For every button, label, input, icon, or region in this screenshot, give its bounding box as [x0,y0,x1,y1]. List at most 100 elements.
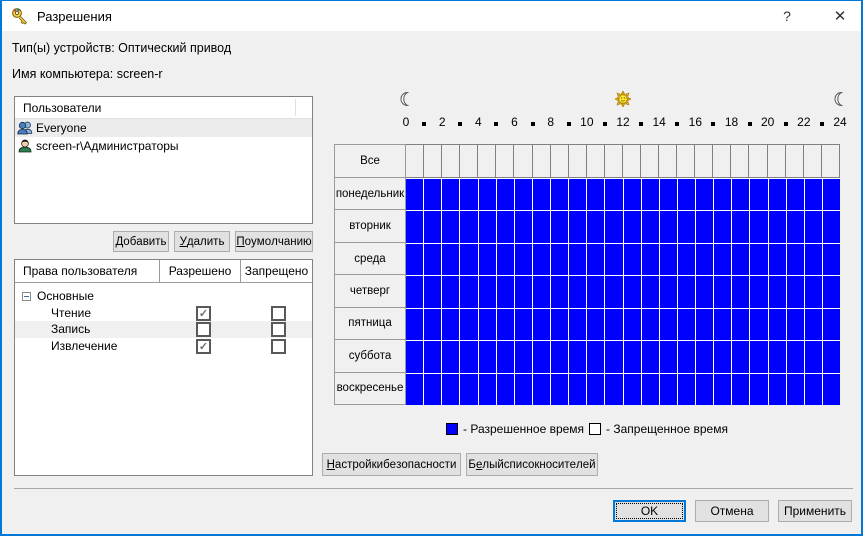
schedule-cell[interactable] [641,373,660,405]
default-button[interactable]: По умолчанию [235,231,313,252]
user-list-item[interactable]: screen-r\Администраторы [15,137,312,155]
schedule-cell[interactable] [478,276,497,308]
schedule-cell[interactable] [768,308,787,341]
schedule-cell[interactable] [605,243,624,276]
schedule-cell[interactable] [587,243,606,276]
schedule-cell[interactable] [514,179,533,211]
schedule-cell[interactable] [460,211,479,243]
schedule-cell[interactable] [514,243,533,276]
schedule-cell[interactable] [768,341,787,373]
schedule-cell[interactable] [478,308,497,341]
schedule-cell[interactable] [804,211,823,243]
allowed-checkbox[interactable]: ✓ [196,338,211,354]
schedule-cell[interactable] [460,179,479,211]
schedule-cell[interactable] [406,276,425,308]
schedule-cell[interactable] [623,243,642,276]
schedule-cell[interactable] [677,145,696,177]
allowed-checkbox[interactable]: ✓ [196,305,211,321]
schedule-cell[interactable] [732,211,751,243]
tree-expander-icon[interactable] [22,291,31,301]
schedule-cell[interactable] [496,308,515,341]
schedule-cell[interactable] [768,211,787,243]
schedule-cell[interactable] [713,145,732,177]
close-button[interactable]: ✕ [819,1,861,31]
schedule-cell[interactable] [478,243,497,276]
schedule-cell[interactable] [623,341,642,373]
schedule-cell[interactable] [768,276,787,308]
schedule-cell[interactable] [623,276,642,308]
schedule-cell[interactable] [551,211,570,243]
schedule-cell[interactable] [641,341,660,373]
schedule-cell[interactable] [551,308,570,341]
schedule-cell[interactable] [786,243,805,276]
schedule-cell[interactable] [442,145,461,177]
schedule-cell[interactable] [804,243,823,276]
schedule-cell[interactable] [424,373,443,405]
schedule-cell[interactable] [696,276,715,308]
schedule-cell[interactable] [641,145,660,177]
schedule-cell[interactable] [677,211,696,243]
help-button[interactable]: ? [766,1,808,31]
schedule-cell[interactable] [532,179,551,211]
schedule-cell[interactable] [822,179,840,211]
schedule-cell[interactable] [714,308,733,341]
schedule-cell[interactable] [659,145,678,177]
denied-checkbox[interactable] [271,338,286,354]
security-settings-button[interactable]: Настройки безопасности [322,453,461,476]
schedule-cell[interactable] [750,308,769,341]
schedule-cell[interactable] [587,211,606,243]
schedule-cell[interactable] [406,211,425,243]
schedule-cell[interactable] [659,308,678,341]
schedule-cell[interactable] [804,373,823,405]
schedule-cell[interactable] [460,243,479,276]
schedule-cell[interactable] [605,341,624,373]
schedule-cell[interactable] [786,276,805,308]
schedule-cell[interactable] [714,276,733,308]
schedule-cell[interactable] [803,145,822,177]
schedule-cell[interactable] [822,341,840,373]
schedule-cell[interactable] [587,276,606,308]
schedule-cell[interactable] [496,145,515,177]
schedule-cell[interactable] [460,373,479,405]
schedule-cell[interactable] [478,373,497,405]
schedule-cell[interactable] [424,179,443,211]
schedule-cell[interactable] [569,276,588,308]
schedule-cell[interactable] [514,276,533,308]
schedule-cell[interactable] [749,145,768,177]
schedule-cell[interactable] [406,243,425,276]
schedule-cell[interactable] [714,211,733,243]
rights-row[interactable]: Запись [15,321,312,338]
schedule-cell[interactable] [569,373,588,405]
schedule-cell[interactable] [406,179,425,211]
schedule-cell[interactable] [532,145,551,177]
schedule-cell[interactable] [677,341,696,373]
schedule-cell[interactable] [478,211,497,243]
schedule-cell[interactable] [442,211,461,243]
schedule-cell[interactable] [496,373,515,405]
schedule-cell[interactable] [696,373,715,405]
schedule-cell[interactable] [605,211,624,243]
schedule-cell[interactable] [659,211,678,243]
schedule-cell[interactable] [605,276,624,308]
schedule-cell[interactable] [442,341,461,373]
schedule-cell[interactable] [750,211,769,243]
schedule-cell[interactable] [460,308,479,341]
schedule-row-label[interactable]: вторник [334,209,406,243]
schedule-cell[interactable] [623,308,642,341]
rights-group-row[interactable]: Основные [15,288,312,305]
schedule-cell[interactable] [514,211,533,243]
ok-button[interactable]: OK [613,500,686,522]
schedule-cell[interactable] [442,276,461,308]
schedule-cell[interactable] [804,276,823,308]
schedule-cell[interactable] [605,373,624,405]
schedule-row-label[interactable]: понедельник [334,177,406,211]
media-whitelist-button[interactable]: Белый список носителей [466,453,598,476]
schedule-cell[interactable] [551,373,570,405]
schedule-cell[interactable] [587,179,606,211]
schedule-cell[interactable] [696,243,715,276]
schedule-row-label[interactable]: суббота [334,339,406,373]
schedule-cell[interactable] [750,341,769,373]
schedule-cell[interactable] [714,373,733,405]
schedule-cell[interactable] [424,243,443,276]
schedule-cell[interactable] [732,276,751,308]
